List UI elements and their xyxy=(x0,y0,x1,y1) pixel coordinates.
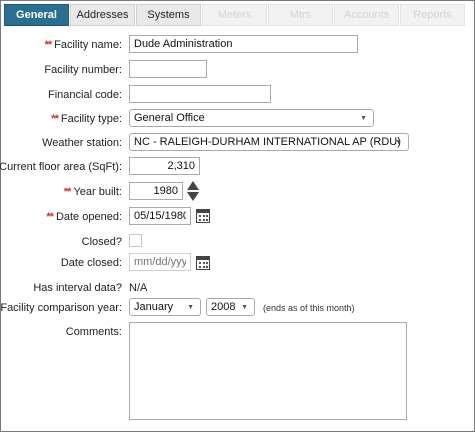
facility-name-row: ** Facility name: xyxy=(1,35,475,55)
year-stepper[interactable] xyxy=(187,181,199,201)
weather-station-row: Weather station: NC - RALEIGH-DURHAM INT… xyxy=(1,133,475,153)
chevron-down-icon: ▼ xyxy=(395,139,402,146)
tab-mtrs: Mtrs xyxy=(268,4,333,26)
date-closed-label: Date closed: xyxy=(60,257,122,269)
tab-general[interactable]: General xyxy=(4,4,69,26)
tab-accounts: Accounts xyxy=(334,4,399,26)
comparison-year-label: Facility comparison year: xyxy=(0,302,122,314)
floor-area-row: Current floor area (SqFt): xyxy=(0,157,475,177)
weather-station-select[interactable]: NC - RALEIGH-DURHAM INTERNATIONAL AP (RD… xyxy=(129,133,409,151)
arrow-down-icon[interactable] xyxy=(187,192,199,201)
required-marker: ** xyxy=(46,211,54,223)
comparison-year-note: (ends as of this month) xyxy=(263,303,355,313)
facility-editor-window: General Addresses Systems Meters Mtrs Ac… xyxy=(0,0,475,432)
date-opened-label: ** Date opened: xyxy=(46,211,122,223)
interval-data-label: Has interval data? xyxy=(33,282,122,294)
comparison-year-row: Facility comparison year: January ▼ 2008… xyxy=(0,298,475,318)
facility-number-input[interactable] xyxy=(129,60,207,78)
required-marker: ** xyxy=(44,39,53,51)
comparison-month-select[interactable]: January ▼ xyxy=(129,298,201,316)
calendar-icon[interactable] xyxy=(196,256,210,270)
facility-type-row: ** Facility type: General Office ▼ xyxy=(1,109,475,129)
chevron-down-icon: ▼ xyxy=(241,304,248,311)
closed-row: Closed? xyxy=(1,232,475,252)
arrow-up-icon[interactable] xyxy=(187,181,199,190)
interval-data-value: N/A xyxy=(129,282,148,294)
date-opened-row: ** Date opened: xyxy=(1,207,475,227)
financial-code-input[interactable] xyxy=(129,85,271,103)
floor-area-input[interactable] xyxy=(129,157,200,175)
date-closed-input[interactable] xyxy=(129,253,191,271)
comments-label: Comments: xyxy=(65,326,122,338)
facility-type-value: General Office xyxy=(134,112,205,124)
weather-station-label: Weather station: xyxy=(42,137,122,149)
year-built-label: ** Year built: xyxy=(63,186,122,198)
required-marker: ** xyxy=(63,186,72,198)
closed-label: Closed? xyxy=(81,236,122,248)
comments-textarea[interactable] xyxy=(129,322,407,420)
tab-reports: Reports xyxy=(400,4,465,26)
facility-name-input[interactable] xyxy=(129,35,358,53)
date-opened-input[interactable] xyxy=(129,207,191,225)
calendar-icon[interactable] xyxy=(196,209,210,223)
tab-systems[interactable]: Systems xyxy=(136,4,201,26)
year-built-input[interactable] xyxy=(129,182,183,200)
floor-area-label: Current floor area (SqFt): xyxy=(0,161,122,173)
chevron-down-icon: ▼ xyxy=(360,115,367,122)
date-closed-row: Date closed: xyxy=(1,253,475,273)
financial-code-row: Financial code: xyxy=(1,85,475,105)
facility-type-select[interactable]: General Office ▼ xyxy=(129,109,374,127)
closed-checkbox[interactable] xyxy=(129,234,142,247)
facility-number-label: Facility number: xyxy=(44,64,122,76)
financial-code-label: Financial code: xyxy=(48,89,122,101)
required-marker: ** xyxy=(51,113,59,125)
weather-station-value: NC - RALEIGH-DURHAM INTERNATIONAL AP (RD… xyxy=(134,136,401,148)
facility-number-row: Facility number: xyxy=(1,60,475,80)
interval-data-row: Has interval data? N/A xyxy=(1,278,475,298)
comparison-year-value: 2008 xyxy=(211,301,236,313)
chevron-down-icon: ▼ xyxy=(187,304,194,311)
facility-type-label: ** Facility type: xyxy=(51,113,122,125)
tab-meters: Meters xyxy=(202,4,267,26)
facility-name-label: ** Facility name: xyxy=(44,39,122,51)
year-built-row: ** Year built: xyxy=(1,181,475,202)
tab-bar: General Addresses Systems Meters Mtrs Ac… xyxy=(4,4,471,26)
comparison-year-select[interactable]: 2008 ▼ xyxy=(206,298,255,316)
comments-row: Comments: xyxy=(1,322,475,422)
tab-addresses[interactable]: Addresses xyxy=(70,4,135,26)
comparison-month-value: January xyxy=(134,301,174,313)
